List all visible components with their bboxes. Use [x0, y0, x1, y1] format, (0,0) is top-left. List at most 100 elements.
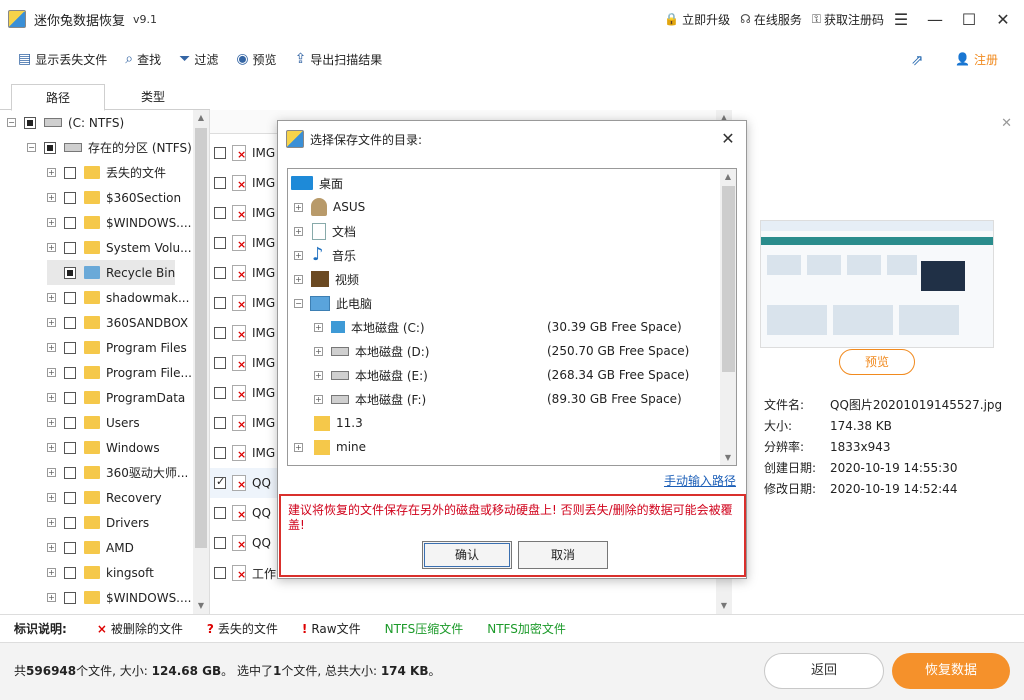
preview-file-button[interactable]: 预览: [839, 349, 915, 375]
tree-node[interactable]: + System Volu...: [47, 235, 192, 260]
expand-icon[interactable]: +: [314, 370, 323, 380]
folder-node-desktop[interactable]: 桌面: [291, 171, 343, 195]
expand-icon[interactable]: +: [47, 593, 56, 602]
tree-node[interactable]: + $360Section: [47, 185, 181, 210]
tree-checkbox[interactable]: [44, 141, 56, 154]
dialog-close-button[interactable]: ✕: [716, 127, 740, 151]
folder-node-videos[interactable]: + 视频: [294, 267, 359, 291]
scroll-up-icon[interactable]: ▲: [720, 169, 736, 185]
folder-node-mine[interactable]: + mine: [294, 435, 366, 459]
get-code-button[interactable]: ⚿ 获取注册码: [812, 11, 884, 28]
tree-node[interactable]: + Windows: [47, 435, 160, 460]
collapse-icon[interactable]: −: [294, 298, 303, 308]
tree-node[interactable]: +Recycle Bin: [47, 260, 176, 285]
expand-icon[interactable]: +: [314, 346, 323, 356]
tree-checkbox[interactable]: [64, 291, 76, 304]
expand-icon[interactable]: +: [47, 418, 56, 427]
file-checkbox[interactable]: [214, 567, 226, 579]
file-checkbox[interactable]: [214, 537, 226, 549]
expand-icon[interactable]: +: [47, 243, 56, 252]
expand-icon[interactable]: +: [47, 443, 56, 452]
expand-icon[interactable]: +: [47, 168, 56, 177]
tree-node[interactable]: + Drivers: [47, 510, 149, 535]
file-checkbox[interactable]: [214, 327, 226, 339]
folder-node-this-pc[interactable]: − 此电脑: [294, 291, 372, 315]
tree-checkbox[interactable]: [64, 316, 76, 329]
close-window-button[interactable]: ✕: [986, 0, 1020, 38]
collapse-icon[interactable]: −: [7, 118, 16, 127]
folder-tree-scrollbar[interactable]: ▲ ▼: [720, 169, 736, 465]
tree-checkbox[interactable]: [64, 541, 76, 554]
file-checkbox[interactable]: [214, 267, 226, 279]
tree-checkbox[interactable]: [64, 391, 76, 404]
expand-icon[interactable]: +: [294, 226, 303, 236]
tree-node-root[interactable]: − (C: NTFS): [7, 110, 124, 135]
scroll-thumb[interactable]: [722, 186, 735, 372]
tree-checkbox[interactable]: [64, 516, 76, 529]
folder-node-documents[interactable]: + 文档: [294, 219, 356, 243]
scroll-up-icon[interactable]: ▲: [193, 110, 209, 126]
file-checkbox[interactable]: [214, 147, 226, 159]
expand-icon[interactable]: +: [47, 493, 56, 502]
tree-checkbox[interactable]: [64, 191, 76, 204]
back-button[interactable]: 返回: [764, 653, 884, 689]
tree-checkbox[interactable]: [64, 216, 76, 229]
scroll-thumb[interactable]: [195, 128, 207, 548]
register-button[interactable]: 👤 注册: [955, 51, 998, 68]
tree-checkbox[interactable]: [64, 166, 76, 179]
tree-checkbox[interactable]: [64, 241, 76, 254]
tab-path[interactable]: 路径: [11, 84, 105, 111]
online-service-button[interactable]: ☊ 在线服务: [740, 11, 802, 28]
expand-icon[interactable]: +: [47, 343, 56, 352]
file-checkbox[interactable]: [214, 207, 226, 219]
expand-icon[interactable]: +: [47, 193, 56, 202]
tree-checkbox[interactable]: [64, 416, 76, 429]
expand-icon[interactable]: +: [47, 568, 56, 577]
tree-node[interactable]: + Users: [47, 410, 140, 435]
filter-button[interactable]: ⏷ 过滤: [179, 51, 218, 68]
maximize-button[interactable]: ☐: [952, 0, 986, 38]
expand-icon[interactable]: +: [47, 218, 56, 227]
tree-node[interactable]: +360驱动大师...: [47, 460, 188, 485]
tree-checkbox[interactable]: [64, 566, 76, 579]
tree-node[interactable]: + 丢失的文件: [47, 160, 166, 185]
tree-node[interactable]: + Program Files: [47, 335, 187, 360]
file-checkbox[interactable]: [214, 177, 226, 189]
expand-icon[interactable]: +: [47, 518, 56, 527]
tree-node[interactable]: + $WINDOWS....: [47, 210, 191, 235]
tree-checkbox[interactable]: [64, 341, 76, 354]
expand-icon[interactable]: +: [314, 322, 323, 332]
tree-checkbox[interactable]: [64, 591, 76, 604]
tree-scrollbar[interactable]: ▲ ▼: [193, 110, 209, 614]
collapse-icon[interactable]: −: [27, 143, 36, 152]
tree-checkbox[interactable]: [64, 491, 76, 504]
file-checkbox[interactable]: [214, 475, 226, 489]
tree-checkbox[interactable]: [24, 116, 36, 129]
cancel-button[interactable]: 取消: [518, 541, 608, 569]
tree-checkbox[interactable]: [64, 441, 76, 454]
file-checkbox[interactable]: [214, 237, 226, 249]
tree-node[interactable]: + ProgramData: [47, 385, 185, 410]
tree-node[interactable]: + $WINDOWS....: [47, 585, 191, 610]
upgrade-button[interactable]: 🔒 立即升级: [664, 11, 730, 28]
expand-icon[interactable]: +: [294, 274, 303, 284]
expand-icon[interactable]: +: [294, 442, 303, 452]
drive-node[interactable]: + 本地磁盘 (D:) (250.70 GB Free Space): [314, 339, 714, 363]
file-checkbox[interactable]: [214, 507, 226, 519]
folder-node-music[interactable]: + ♪ 音乐: [294, 243, 356, 267]
tree-node[interactable]: + kingsoft: [47, 560, 154, 585]
expand-icon[interactable]: +: [47, 468, 56, 477]
tab-type[interactable]: 类型: [106, 84, 200, 111]
tree-node[interactable]: + AMD: [47, 535, 134, 560]
expand-icon[interactable]: +: [47, 543, 56, 552]
file-checkbox[interactable]: [214, 447, 226, 459]
recover-data-button[interactable]: 恢复数据: [892, 653, 1010, 689]
drive-node[interactable]: + 本地磁盘 (F:) (89.30 GB Free Space): [314, 387, 714, 411]
expand-icon[interactable]: +: [294, 202, 303, 212]
find-button[interactable]: ⌕ 查找: [125, 51, 161, 68]
menu-icon[interactable]: ☰: [884, 0, 918, 38]
tree-node[interactable]: + shadowmak...: [47, 285, 189, 310]
scroll-down-icon[interactable]: ▼: [193, 598, 209, 614]
tree-checkbox[interactable]: [64, 466, 76, 479]
tree-node[interactable]: + Recovery: [47, 485, 162, 510]
